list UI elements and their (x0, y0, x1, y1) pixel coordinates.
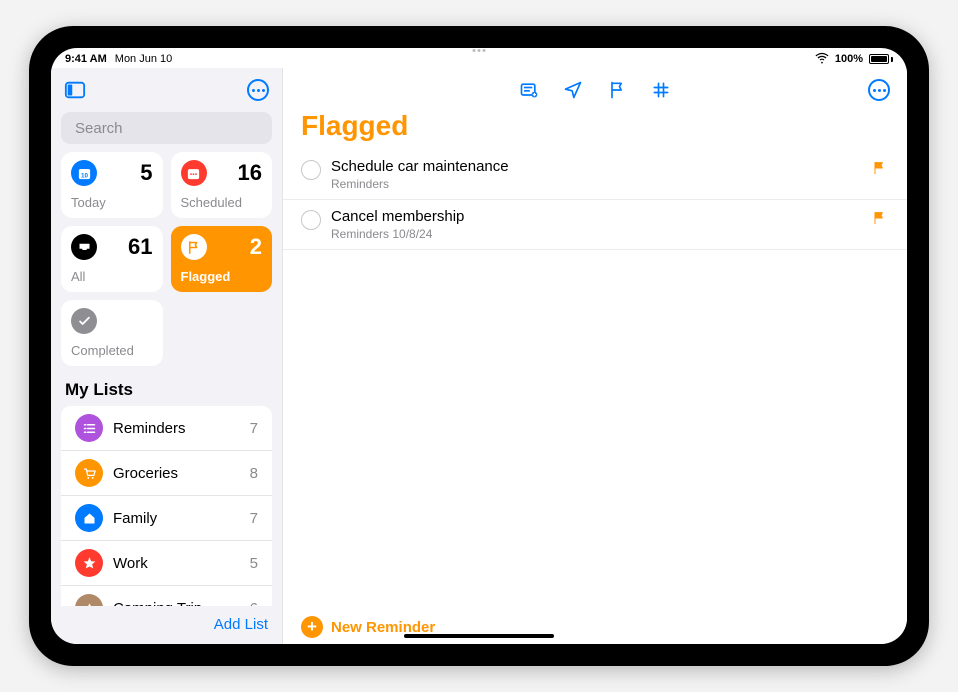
sidebar-more-button[interactable] (244, 76, 272, 104)
toolbar-flag-button[interactable] (606, 79, 628, 101)
calendar-icon (181, 160, 207, 186)
new-reminder-label: New Reminder (331, 619, 435, 636)
today-label: Today (71, 195, 153, 210)
multitasking-handle-icon[interactable] (473, 49, 486, 52)
page-title: Flagged (283, 106, 907, 150)
battery-percent: 100% (835, 53, 863, 65)
flag-icon (871, 160, 889, 178)
today-count: 5 (140, 160, 152, 186)
sidebar-list-item[interactable]: Reminders 7 (61, 406, 272, 451)
smart-list-scheduled[interactable]: 16 Scheduled (171, 152, 273, 218)
toolbar-details-button[interactable] (518, 79, 540, 101)
scheduled-count: 16 (238, 160, 262, 186)
list-count: 8 (250, 465, 258, 482)
list-count: 5 (250, 555, 258, 572)
list-name: Groceries (113, 465, 240, 482)
search-input[interactable] (75, 120, 274, 137)
sidebar-list-item[interactable]: Groceries 8 (61, 451, 272, 496)
reminder-subtitle: Reminders 10/8/24 (331, 227, 861, 241)
status-date: Mon Jun 10 (115, 53, 172, 65)
sidebar: 10 5 Today 16 Scheduled (51, 68, 283, 644)
flag-icon (181, 234, 207, 260)
svg-text:10: 10 (81, 172, 88, 179)
flag-icon (871, 210, 889, 228)
toggle-sidebar-button[interactable] (61, 76, 89, 104)
scheduled-label: Scheduled (181, 195, 263, 210)
reminder-title: Schedule car maintenance (331, 158, 861, 175)
wifi-icon (815, 51, 829, 68)
reminder-subtitle: Reminders (331, 177, 861, 191)
list-count: 7 (250, 420, 258, 437)
list-name: Reminders (113, 420, 240, 437)
search-field[interactable] (61, 112, 272, 144)
list-count: 7 (250, 510, 258, 527)
list-name: Work (113, 555, 240, 572)
list-name: Family (113, 510, 240, 527)
home-indicator[interactable] (404, 634, 554, 638)
list-color-icon (75, 549, 103, 577)
reminder-item[interactable]: Cancel membership Reminders 10/8/24 (283, 200, 907, 250)
smart-list-flagged[interactable]: 2 Flagged (171, 226, 273, 292)
list-color-icon (75, 504, 103, 532)
new-reminder-button[interactable]: + New Reminder (283, 606, 907, 644)
plus-circle-icon: + (301, 616, 323, 638)
sidebar-list-item[interactable]: Family 7 (61, 496, 272, 541)
sidebar-list-item[interactable]: Work 5 (61, 541, 272, 586)
reminder-item[interactable]: Schedule car maintenance Reminders (283, 150, 907, 200)
smart-list-all[interactable]: 61 All (61, 226, 163, 292)
complete-toggle[interactable] (301, 160, 321, 180)
main-more-button[interactable] (865, 76, 893, 104)
flagged-label: Flagged (181, 269, 263, 284)
main-pane: Flagged Schedule car maintenance Reminde… (283, 68, 907, 644)
list-color-icon (75, 414, 103, 442)
status-time: 9:41 AM (65, 53, 107, 65)
all-count: 61 (128, 234, 152, 260)
list-color-icon (75, 459, 103, 487)
add-list-button[interactable]: Add List (214, 616, 268, 633)
smart-list-today[interactable]: 10 5 Today (61, 152, 163, 218)
tray-icon (71, 234, 97, 260)
sidebar-list-item[interactable]: Camping Trip 6 (61, 586, 272, 606)
battery-icon (869, 54, 893, 64)
all-label: All (71, 269, 153, 284)
calendar-today-icon: 10 (71, 160, 97, 186)
toolbar-location-button[interactable] (562, 79, 584, 101)
completed-label: Completed (71, 343, 153, 358)
smart-list-completed[interactable]: Completed (61, 300, 163, 366)
checkmark-icon (71, 308, 97, 334)
toolbar-tags-button[interactable] (650, 79, 672, 101)
flagged-count: 2 (250, 234, 262, 260)
list-color-icon (75, 594, 103, 606)
reminder-title: Cancel membership (331, 208, 861, 225)
complete-toggle[interactable] (301, 210, 321, 230)
my-lists-header: My Lists (51, 366, 282, 406)
